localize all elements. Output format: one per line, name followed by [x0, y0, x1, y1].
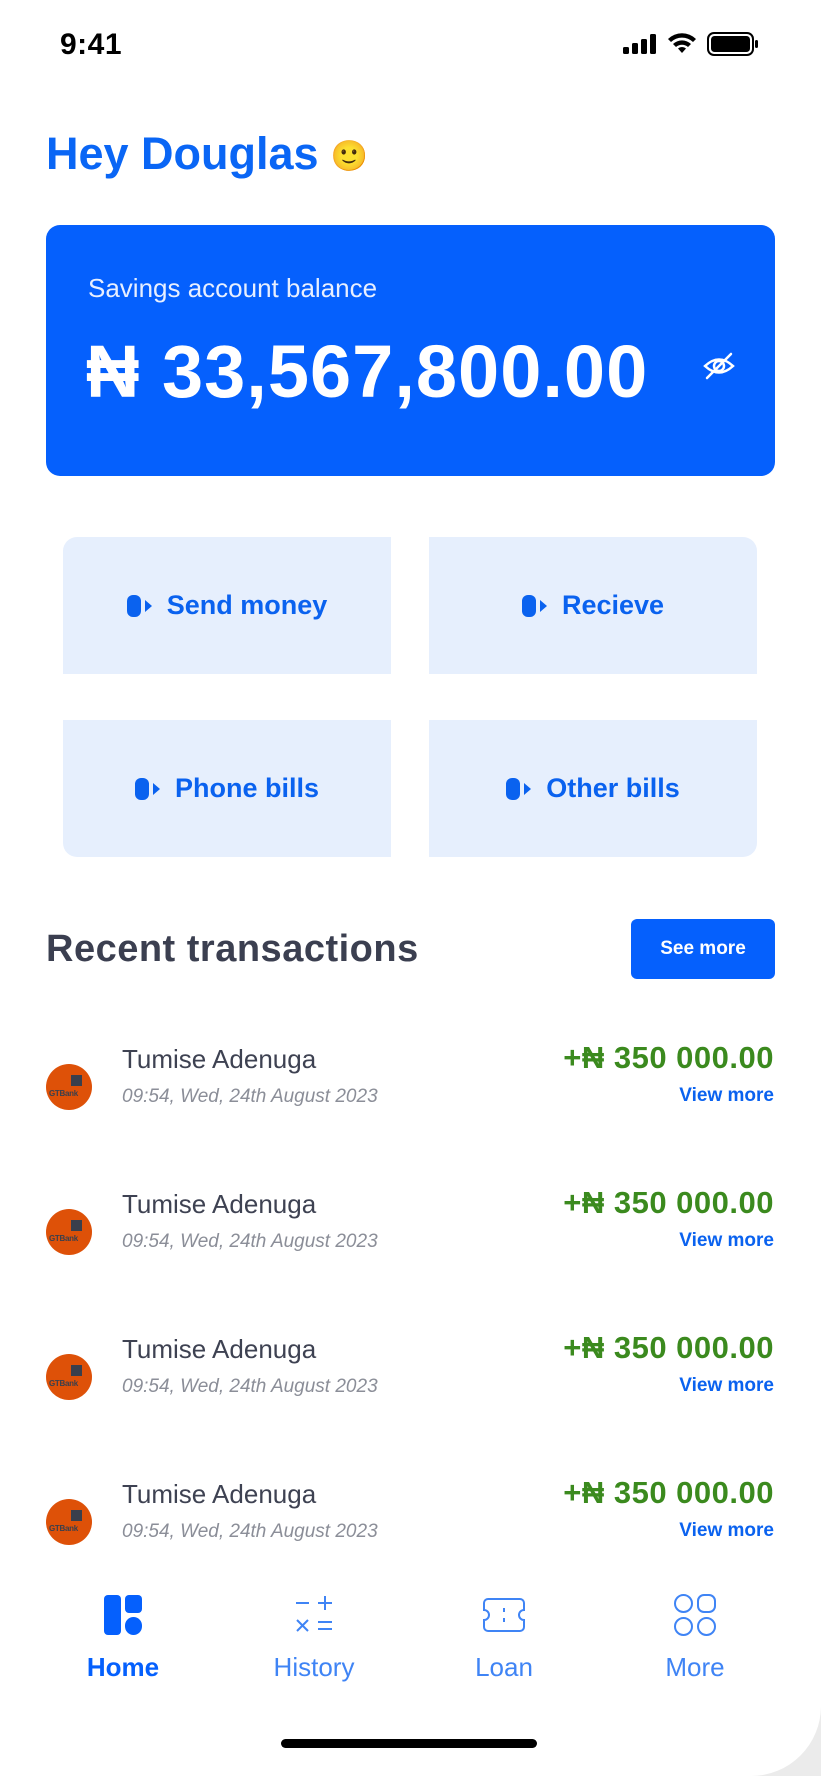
transaction-amount: +₦ 350 000.00 — [563, 1475, 774, 1510]
battery-icon — [707, 32, 758, 56]
ticket-icon — [483, 1598, 525, 1632]
transaction-row: GTBank Tumise Adenuga 09:54, Wed, 24th A… — [0, 1185, 821, 1285]
transaction-amount: +₦ 350 000.00 — [563, 1185, 774, 1220]
transaction-name: Tumise Adenuga — [122, 1334, 317, 1364]
home-indicator[interactable] — [281, 1739, 537, 1748]
nav-history[interactable]: History — [224, 1590, 404, 1683]
status-time: 9:41 — [60, 28, 123, 61]
bottom-nav: Home History Loan More — [0, 1590, 821, 1710]
transaction-amount: +₦ 350 000.00 — [563, 1040, 774, 1075]
view-more-link[interactable]: View more — [679, 1520, 774, 1542]
bank-logo-text: GTBank — [49, 1234, 78, 1243]
greeting: Hey Douglas 🙂 — [46, 128, 368, 180]
view-more-link[interactable]: View more — [679, 1375, 774, 1397]
nav-home-label: Home — [86, 1652, 160, 1682]
transaction-name: Tumise Adenuga — [122, 1479, 317, 1509]
transaction-amount: +₦ 350 000.00 — [563, 1330, 774, 1365]
balance-label: Savings account balance — [88, 273, 378, 303]
home-icon — [104, 1595, 142, 1635]
transaction-row: GTBank Tumise Adenuga 09:54, Wed, 24th A… — [0, 1330, 821, 1430]
nav-more[interactable]: More — [605, 1590, 785, 1683]
smiley-emoji-icon: 🙂 — [330, 139, 368, 173]
calculator-icon — [296, 1596, 332, 1632]
other-bills-label: Other bills — [546, 773, 680, 803]
bank-logo-text: GTBank — [49, 1089, 78, 1098]
wifi-icon — [668, 33, 696, 53]
bank-logo: GTBank — [46, 1064, 92, 1110]
greeting-text: Hey Douglas — [46, 128, 319, 179]
signal-icon — [623, 34, 656, 54]
bank-logo-text: GTBank — [49, 1379, 78, 1388]
see-more-button[interactable]: See more — [631, 919, 775, 979]
transaction-date: 09:54, Wed, 24th August 2023 — [122, 1521, 378, 1542]
receive-button[interactable]: Recieve — [429, 537, 757, 674]
hide-balance-icon[interactable] — [703, 351, 735, 381]
transaction-row: GTBank Tumise Adenuga 09:54, Wed, 24th A… — [0, 1475, 821, 1575]
transaction-name: Tumise Adenuga — [122, 1044, 317, 1074]
grid-icon — [674, 1594, 716, 1636]
app-screen: 9:41 Hey Douglas 🙂 Savings account balan… — [0, 0, 821, 1776]
send-money-label: Send money — [166, 590, 328, 620]
view-more-link[interactable]: View more — [679, 1230, 774, 1252]
receive-label: Recieve — [561, 590, 665, 620]
recent-transactions-title: Recent transactions — [46, 928, 419, 970]
bank-logo: GTBank — [46, 1354, 92, 1400]
transaction-date: 09:54, Wed, 24th August 2023 — [122, 1231, 378, 1252]
nav-history-label: History — [273, 1652, 355, 1682]
transaction-date: 09:54, Wed, 24th August 2023 — [122, 1086, 378, 1107]
nav-home[interactable]: Home — [33, 1590, 213, 1683]
nav-loan-label: Loan — [475, 1652, 533, 1682]
action-icon — [126, 594, 152, 617]
action-icon — [134, 777, 160, 800]
nav-more-label: More — [665, 1652, 725, 1682]
phone-bills-button[interactable]: Phone bills — [63, 720, 391, 857]
status-icons — [623, 32, 759, 56]
transaction-date: 09:54, Wed, 24th August 2023 — [122, 1376, 378, 1397]
transaction-name: Tumise Adenuga — [122, 1189, 317, 1219]
nav-loan[interactable]: Loan — [414, 1590, 594, 1683]
bank-logo-text: GTBank — [49, 1524, 78, 1533]
bank-logo: GTBank — [46, 1499, 92, 1545]
bank-logo: GTBank — [46, 1209, 92, 1255]
balance-amount: ₦ 33,567,800.00 — [86, 330, 649, 413]
send-money-button[interactable]: Send money — [63, 537, 391, 674]
transaction-row: GTBank Tumise Adenuga 09:54, Wed, 24th A… — [0, 1040, 821, 1140]
view-more-link[interactable]: View more — [679, 1085, 774, 1107]
balance-card: Savings account balance ₦ 33,567,800.00 — [46, 225, 775, 476]
phone-bills-label: Phone bills — [174, 773, 320, 803]
other-bills-button[interactable]: Other bills — [429, 720, 757, 857]
action-icon — [506, 777, 532, 800]
action-icon — [521, 594, 547, 617]
